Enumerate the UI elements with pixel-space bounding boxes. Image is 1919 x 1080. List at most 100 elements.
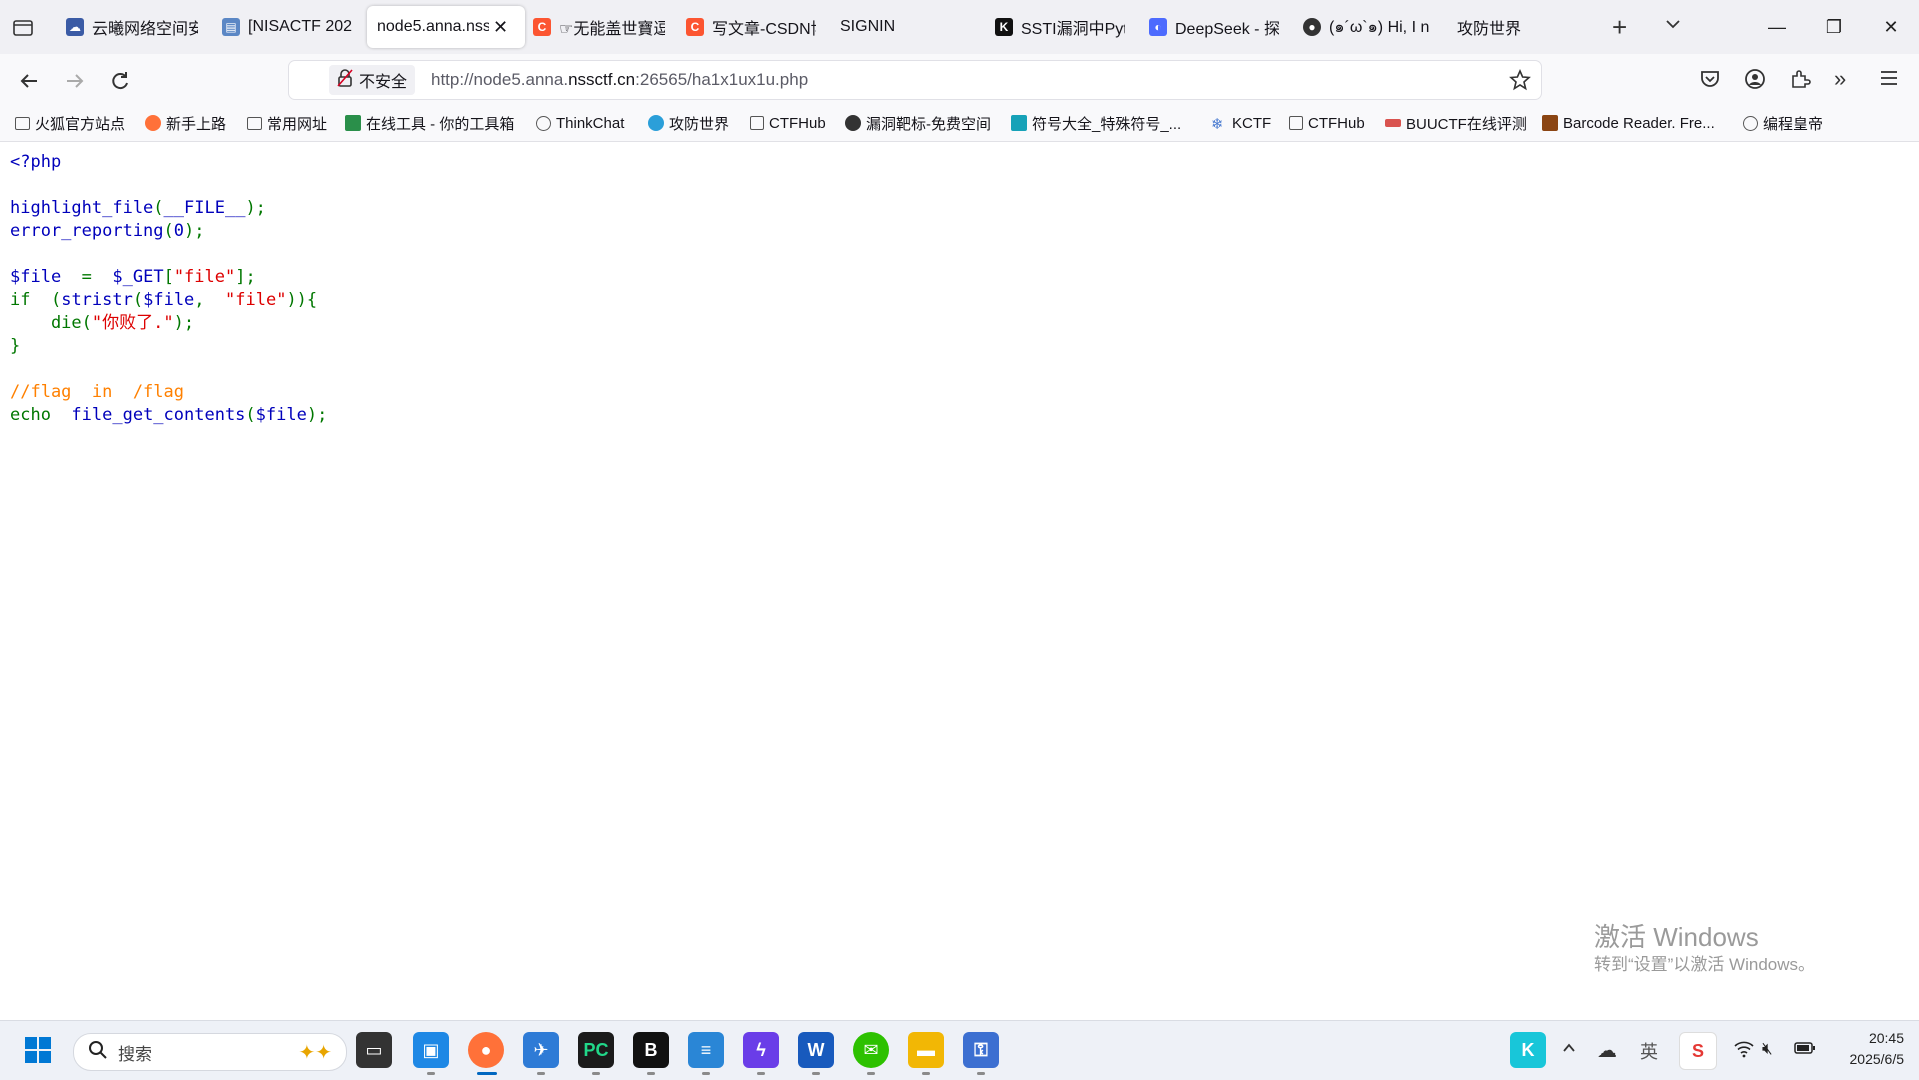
bookmark-star-icon[interactable]	[1509, 68, 1531, 96]
tab-title: DeepSeek - 探	[1175, 21, 1279, 38]
deepseek-icon: ◐	[1149, 18, 1167, 36]
tab-2[interactable]: ▤ [NISACTF 202	[222, 6, 354, 48]
bookmark-item[interactable]: 火狐官方站点	[15, 112, 125, 134]
running-indicator	[977, 1072, 985, 1075]
burpsuite-icon[interactable]: B	[633, 1032, 669, 1068]
reload-icon[interactable]	[103, 64, 137, 98]
tab-title: SSTI漏洞中Pyt	[1021, 21, 1125, 38]
tab-active[interactable]: node5.anna.nss ✕	[367, 6, 525, 48]
running-indicator	[757, 1072, 765, 1075]
bookmark-item[interactable]: 编程皇帝	[1743, 112, 1823, 134]
task-view-icon[interactable]: ▭	[356, 1032, 392, 1068]
bookmark-item[interactable]: ❄ KCTF	[1211, 112, 1271, 134]
kuaishou-tray-icon[interactable]: K	[1510, 1032, 1546, 1068]
firefox-icon[interactable]: ●	[468, 1032, 504, 1068]
cube-icon	[1289, 116, 1303, 130]
minimize-button[interactable]: —	[1749, 0, 1805, 54]
restore-button[interactable]: ❐	[1806, 0, 1862, 54]
bookmark-item[interactable]: CTFHub	[750, 112, 826, 134]
url-domain: nssctf.cn	[568, 70, 636, 89]
close-window-button[interactable]: ✕	[1863, 0, 1919, 54]
k-icon: K	[995, 18, 1013, 36]
clock-date[interactable]: 2025/6/5	[1820, 1051, 1905, 1067]
adworld-icon	[648, 115, 664, 131]
windows-start-icon[interactable]	[24, 1036, 52, 1064]
input-method-icon[interactable]: 英	[1640, 1038, 1658, 1064]
bookmark-item[interactable]: CTFHub	[1289, 112, 1365, 134]
code-token: die	[10, 313, 82, 333]
pocket-icon[interactable]	[1699, 68, 1721, 95]
bookmark-item[interactable]: 符号大全_特殊符号_...	[1011, 112, 1181, 134]
copilot-sparkle-icon: ✦✦	[298, 1041, 332, 1064]
account-icon[interactable]	[1744, 68, 1766, 95]
bookmark-item[interactable]: ThinkChat	[536, 112, 624, 134]
back-arrow-icon[interactable]	[12, 64, 46, 98]
remote-desktop-icon[interactable]: ▣	[413, 1032, 449, 1068]
code-token: [	[163, 267, 174, 287]
overflow-chevrons-icon[interactable]: »	[1834, 66, 1846, 92]
insecure-label: 不安全	[359, 74, 408, 91]
code-token: (	[163, 221, 174, 241]
address-bar[interactable]: 不安全 http://node5.anna.nssctf.cn:26565/ha…	[289, 61, 1541, 99]
chevron-down-icon[interactable]	[1663, 14, 1683, 39]
tab-7[interactable]: K SSTI漏洞中Pyt	[995, 6, 1125, 48]
hamburger-menu-icon[interactable]	[1879, 68, 1899, 93]
taskbar-search-box[interactable]: 搜索 ✦✦	[73, 1033, 347, 1071]
powertoys-icon[interactable]: ϟ	[743, 1032, 779, 1068]
bookmark-item[interactable]: 新手上路	[145, 112, 226, 134]
code-token: echo	[10, 405, 72, 425]
cloud-sync-icon[interactable]: ☁	[1597, 1038, 1617, 1063]
extensions-icon[interactable]	[1789, 68, 1811, 95]
volume-muted-icon[interactable]: 🔇︎	[1762, 1039, 1773, 1059]
sogou-input-icon[interactable]: S	[1679, 1032, 1717, 1070]
tool-icon	[345, 115, 361, 131]
wechat-icon[interactable]: ✉	[853, 1032, 889, 1068]
feishu-icon[interactable]: ✈	[523, 1032, 559, 1068]
code-token: "file"	[225, 290, 287, 310]
tab-9[interactable]: ● (๑´ω`๑) Hi, I n	[1303, 6, 1433, 48]
snowflake-icon: ❄	[1211, 116, 1224, 133]
bookmark-item[interactable]: BUUCTF在线评测	[1385, 112, 1527, 134]
bookmark-item[interactable]: 常用网址	[247, 112, 327, 134]
clock-time[interactable]: 20:45	[1840, 1030, 1904, 1046]
close-icon[interactable]: ✕	[493, 17, 508, 38]
tab-4[interactable]: C ☞无能盖世寶逗	[533, 6, 665, 48]
target-icon	[845, 115, 861, 131]
forward-arrow-icon[interactable]	[58, 64, 92, 98]
url-text[interactable]: http://node5.anna.nssctf.cn:26565/ha1x1u…	[431, 70, 808, 90]
bookmark-item[interactable]: 漏洞靶标-免费空间	[845, 112, 991, 134]
tab-6[interactable]: SIGNIN	[840, 6, 950, 48]
bookmark-label: CTFHub	[769, 114, 826, 132]
new-tab-plus-icon[interactable]: +	[1612, 12, 1627, 43]
code-token: (	[132, 290, 144, 310]
battery-icon[interactable]	[1794, 1041, 1816, 1060]
buu-icon	[1385, 119, 1401, 127]
code-token: __FILE__	[163, 198, 246, 218]
code-token: ,	[194, 290, 226, 310]
wifi-icon[interactable]	[1734, 1040, 1754, 1063]
tab-5[interactable]: C 写文章-CSDN博	[686, 6, 816, 48]
tab-10[interactable]: 攻防世界	[1457, 6, 1557, 48]
code-token: }	[10, 336, 21, 356]
file-explorer-icon[interactable]: ▬	[908, 1032, 944, 1068]
code-token: "你败了."	[91, 313, 174, 333]
tab-8[interactable]: ◐ DeepSeek - 探	[1149, 6, 1279, 48]
notepad-icon[interactable]: ≡	[688, 1032, 724, 1068]
show-hidden-icons-chevron[interactable]	[1561, 1040, 1577, 1061]
insecure-badge[interactable]: 不安全	[329, 65, 416, 95]
running-indicator	[427, 1072, 435, 1075]
tab-1[interactable]: ☁ 云曦网络空间安	[66, 6, 198, 48]
code-line: <?php	[10, 152, 62, 172]
bookmark-item[interactable]: 在线工具 - 你的工具箱	[345, 112, 514, 134]
vpn-icon[interactable]: ⚿	[963, 1032, 999, 1068]
word-icon[interactable]: W	[798, 1032, 834, 1068]
search-icon	[88, 1040, 108, 1065]
bookmark-item[interactable]: Barcode Reader. Fre...	[1542, 112, 1715, 134]
pycharm-icon[interactable]: PC	[578, 1032, 614, 1068]
bookmark-item[interactable]: 攻防世界	[648, 112, 729, 134]
tab-title: node5.anna.nss	[377, 18, 489, 35]
tab-list-icon[interactable]	[12, 16, 34, 38]
bookmark-label: 攻防世界	[669, 115, 730, 133]
folder-icon	[15, 116, 30, 130]
running-indicator	[812, 1072, 820, 1075]
